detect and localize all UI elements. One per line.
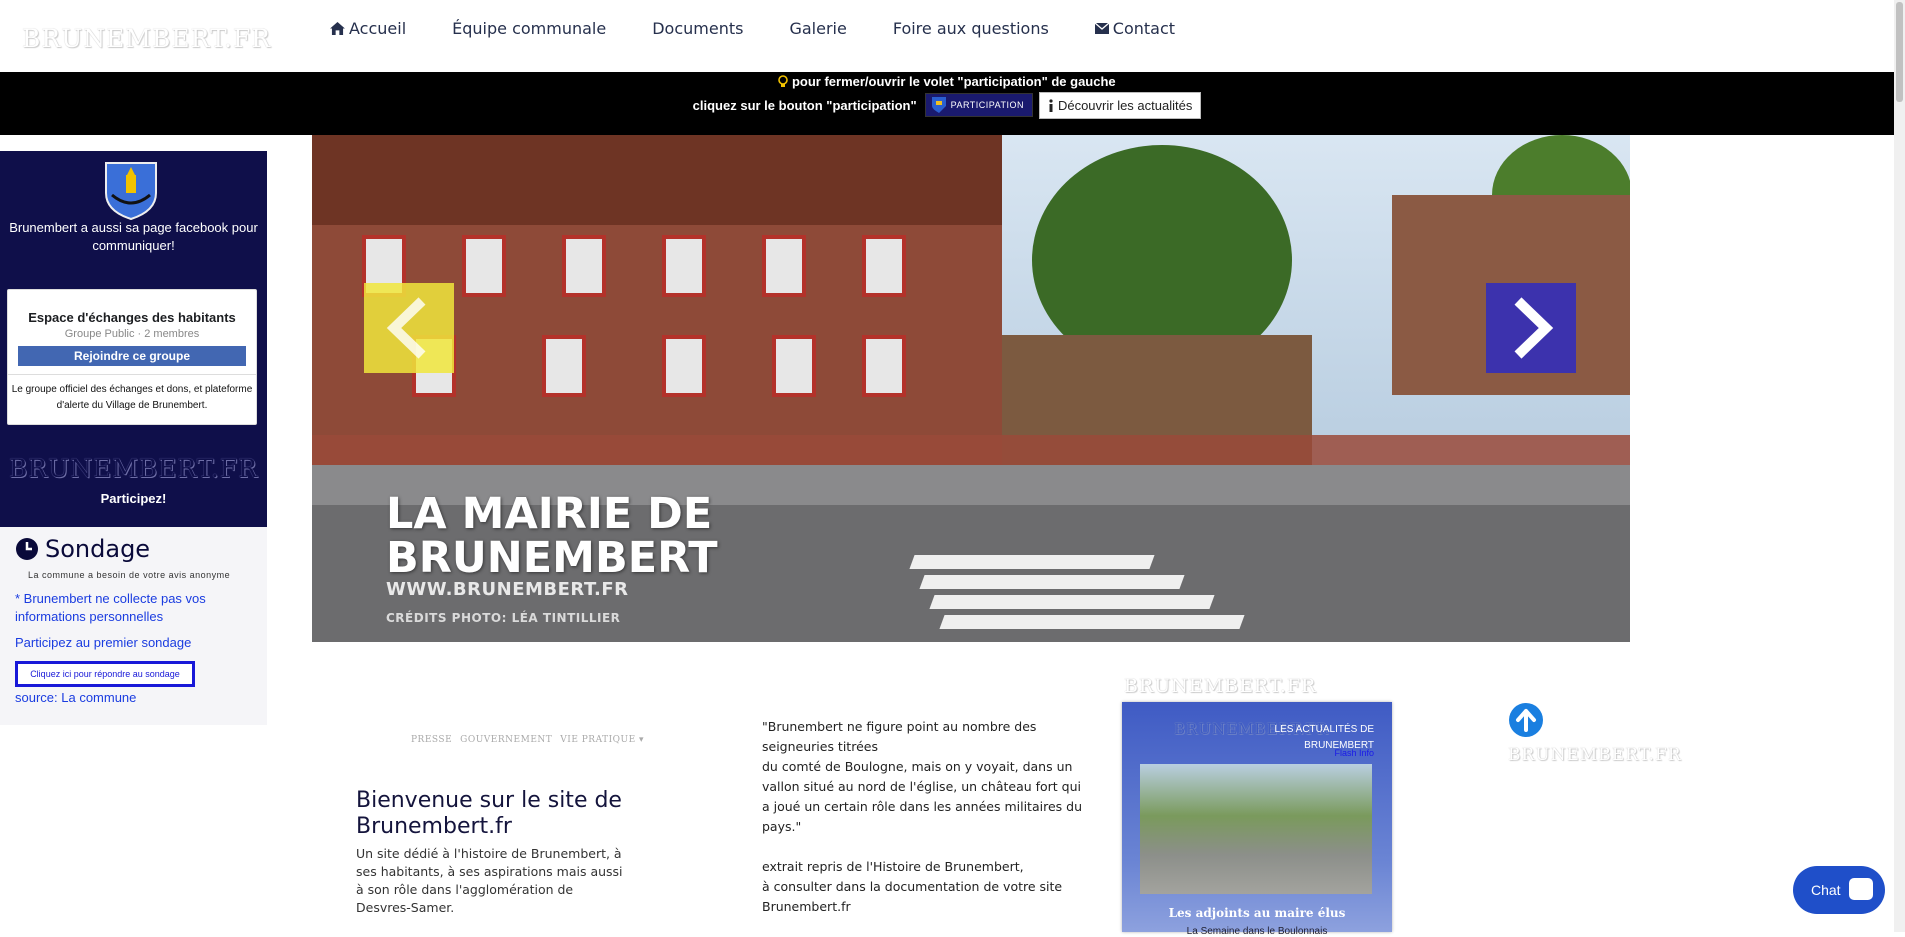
nav-documents[interactable]: Documents: [652, 19, 743, 38]
page-scrollbar[interactable]: [1894, 0, 1905, 932]
hero-credits: CRÉDITS PHOTO: LÉA TINTILLIER: [386, 611, 621, 625]
fb-group-subtitle: Groupe Public · 2 membres: [64, 328, 200, 340]
site-logo[interactable]: BRUNEMBERT.FR: [22, 24, 271, 53]
facebook-text: Brunembert a aussi sa page facebook pour…: [9, 220, 258, 253]
chat-bubble-icon: [1849, 878, 1873, 900]
hero-slider[interactable]: LA MAIRIE DE BRUNEMBERT WWW.BRUNEMBERT.F…: [312, 135, 1630, 642]
top-navigation: BRUNEMBERT.FR Accueil Équipe communale D…: [0, 0, 1905, 72]
fb-group-title[interactable]: Espace d'échanges des habitants: [8, 310, 256, 325]
main-menu: Accueil Équipe communale Documents Galer…: [330, 19, 1221, 38]
nav-contact[interactable]: Contact: [1094, 19, 1175, 38]
clock-icon: [16, 538, 38, 560]
fb-join-button[interactable]: Rejoindre ce groupe: [18, 346, 246, 366]
nav-faq[interactable]: Foire aux questions: [893, 19, 1049, 38]
poll-title: Sondage: [45, 535, 151, 563]
discover-news-button[interactable]: Découvrir les actualités: [1038, 91, 1202, 119]
info-icon: [1049, 98, 1053, 112]
banner-line1: pour fermer/ouvrir le volet "participati…: [791, 74, 1116, 89]
news-caption[interactable]: Les adjoints au maire élus: [1122, 906, 1392, 920]
participation-sidebar: Brunembert a aussi sa page facebook pour…: [0, 151, 267, 527]
poll-privacy-note: * Brunembert ne collecte pas vos informa…: [15, 591, 206, 624]
chat-label: Chat: [1811, 882, 1841, 898]
home-icon: [330, 22, 345, 35]
participation-banner: pour fermer/ouvrir le volet "participati…: [0, 72, 1894, 135]
footer-watermark: BRUNEMBERT.FR: [1508, 745, 1682, 765]
hero-title: LA MAIRIE DE BRUNEMBERT: [386, 489, 718, 583]
chat-button[interactable]: Chat: [1793, 866, 1885, 914]
poll-first-label: Participez au premier sondage: [15, 635, 192, 650]
nav-accueil[interactable]: Accueil: [330, 19, 406, 38]
poll-panel: Sondage La commune a besoin de votre avi…: [0, 527, 267, 725]
nav-equipe-communale[interactable]: Équipe communale: [452, 19, 606, 38]
slider-prev-button[interactable]: [364, 283, 454, 373]
sidebar-watermark: BRUNEMBERT.FR: [8, 454, 259, 483]
news-flash-label: Flash Info: [1334, 748, 1374, 758]
poll-source: source: La commune: [15, 690, 137, 705]
news-photo[interactable]: [1140, 764, 1372, 894]
lightbulb-icon: [778, 75, 789, 87]
nav-galerie[interactable]: Galerie: [789, 19, 846, 38]
brunembert-crest-icon: [105, 162, 157, 221]
category-links: PRESSE GOUVERNEMENT VIE PRATIQUE ▾: [411, 735, 644, 745]
news-watermark: BRUNEMBERT.FR: [1124, 675, 1317, 697]
hero-url: WWW.BRUNEMBERT.FR: [386, 579, 629, 600]
scrollbar-thumb[interactable]: [1896, 2, 1903, 102]
participation-button[interactable]: PARTICIPATION: [924, 93, 1033, 117]
history-quote: "Brunembert ne figure point au nombre de…: [762, 719, 1082, 914]
facebook-group-card[interactable]: Espace d'échanges des habitants Groupe P…: [7, 289, 257, 425]
participez-label: Participez!: [100, 491, 167, 506]
poll-subtitle: La commune a besoin de votre avis anonym…: [28, 570, 231, 580]
banner-line2: cliquez sur le bouton "participation": [692, 97, 917, 113]
welcome-text: Un site dédié à l'histoire de Brunembert…: [356, 846, 623, 915]
slider-next-button[interactable]: [1486, 283, 1576, 373]
cat-vie-pratique[interactable]: VIE PRATIQUE ▾: [560, 735, 644, 745]
chevron-left-icon: [386, 297, 426, 359]
welcome-title: Bienvenue sur le site de Brunembert.fr: [356, 788, 622, 839]
news-card[interactable]: BRUNEMBERT.FR LES ACTUALITÉS DE BRUNEMBE…: [1122, 702, 1392, 937]
fb-group-description: Le groupe officiel des échanges et dons,…: [8, 374, 256, 414]
scroll-to-top-button[interactable]: [1509, 703, 1543, 737]
crest-icon: [931, 97, 946, 113]
poll-answer-button[interactable]: Cliquez ici pour répondre au sondage: [15, 661, 195, 687]
envelope-icon: [1094, 23, 1109, 34]
arrow-up-icon: [1516, 709, 1536, 732]
cat-presse[interactable]: PRESSE: [411, 735, 452, 745]
chevron-right-icon: [1514, 297, 1554, 359]
cat-gouvernement[interactable]: GOUVERNEMENT: [460, 735, 552, 745]
